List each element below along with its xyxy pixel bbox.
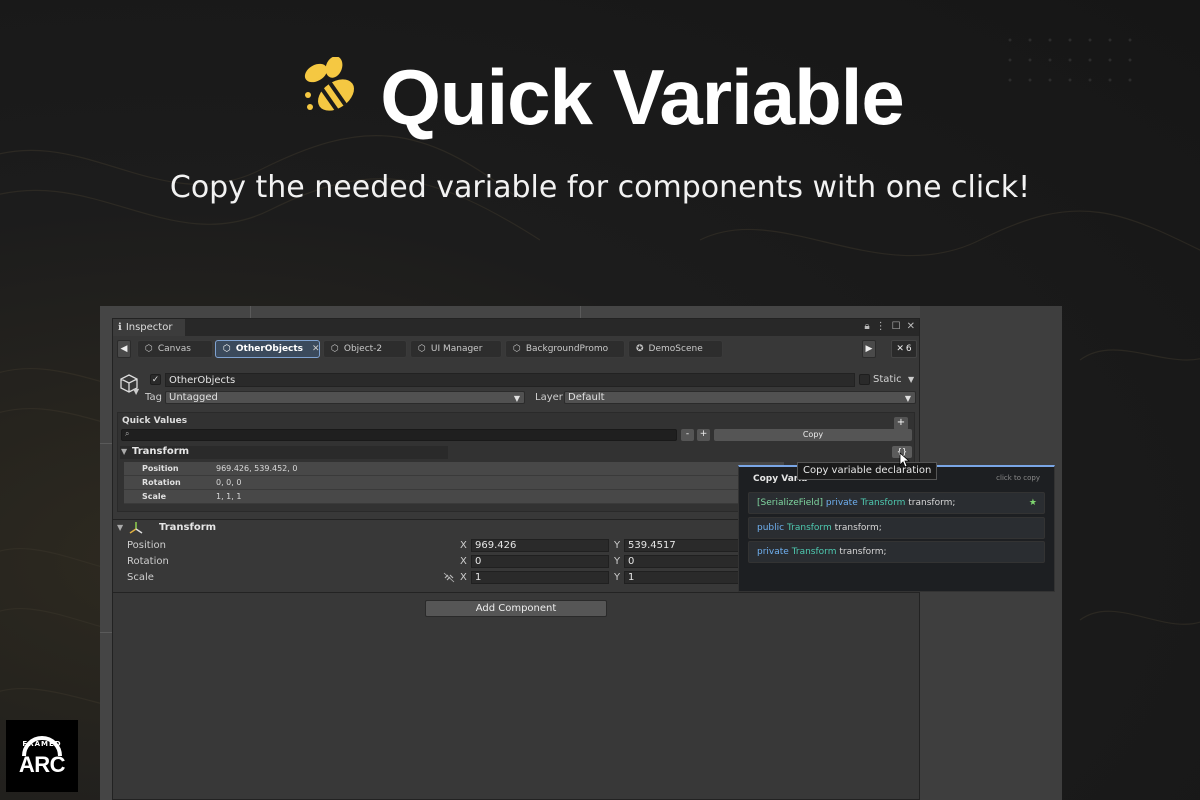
cube-icon: ⬡ (331, 344, 339, 354)
search-icon: ⌕ (125, 429, 130, 438)
quick-value-row[interactable]: Position 969.426, 539.452, 0 (124, 462, 784, 476)
object-tabs-bar: ◀ ⬡ Canvas ⬡ OtherObjects ✕ ⬡ Object-2 ⬡ UI … (117, 339, 917, 359)
position-x-field[interactable]: 969.426 (471, 539, 609, 552)
active-checkbox[interactable]: ✓ (150, 374, 161, 385)
foldout-arrow-icon: ▼ (117, 523, 124, 532)
tag-dropdown[interactable]: Untagged ▼ (165, 391, 525, 404)
chevron-down-icon: ▼ (904, 394, 911, 403)
tab-close-icon[interactable]: ✕ (312, 344, 320, 354)
next-tab-button[interactable]: ▶ (862, 340, 876, 358)
brand-framed: FRAMED (22, 740, 62, 748)
brand-arc: ARC (18, 752, 66, 777)
quick-values-component-header[interactable]: ▼ Transform (120, 446, 448, 459)
object-header: ▼ ✓ OtherObjects Static ▼ Tag Untagged ▼ … (113, 371, 919, 411)
popup-option-private[interactable]: private Transform transform; (748, 541, 1045, 563)
copy-variable-tooltip: Copy variable declaration (797, 462, 938, 480)
close-all-tabs-button[interactable]: ✕ 6 (891, 340, 917, 358)
bee-logo-icon (305, 56, 355, 111)
tag-label: Tag (145, 392, 162, 403)
prev-tab-button[interactable]: ◀ (117, 340, 131, 358)
object-tab-ui-manager[interactable]: ⬡ UI Manager (410, 340, 502, 358)
component-divider (113, 592, 919, 593)
popup-hint: click to copy (996, 474, 1040, 482)
static-dropdown-caret[interactable]: ▼ (908, 375, 914, 384)
layer-dropdown[interactable]: Default ▼ (564, 391, 916, 404)
page-title: Quick Variable (380, 53, 905, 141)
favorite-star-icon[interactable]: ★ (1029, 493, 1037, 513)
object-tab-demoscene[interactable]: ✪ DemoScene (628, 340, 723, 358)
scale-x-field[interactable]: 1 (471, 571, 609, 584)
foldout-arrow-icon: ▼ (121, 447, 128, 456)
add-component-button[interactable]: Add Component (425, 600, 607, 617)
tab-inspector-label: Inspector (125, 322, 173, 333)
quick-values-title: Quick Values (122, 416, 188, 426)
close-icon[interactable]: ✕ (907, 321, 915, 332)
lock-icon[interactable]: 🔒︎ (864, 321, 869, 332)
transform-axes-icon (129, 522, 143, 534)
quick-values-plus-button[interactable]: + (697, 429, 710, 441)
quick-values-copy-button[interactable]: Copy (714, 429, 912, 441)
cube-icon: ⬡ (145, 344, 153, 354)
popup-option-serialized-private[interactable]: [SerializeField] private Transform trans… (748, 492, 1045, 514)
menu-icon[interactable]: ⋮ (876, 321, 886, 332)
mouse-cursor-icon (899, 452, 911, 468)
object-tab-backgroundpromo[interactable]: ⬡ BackgroundPromo (505, 340, 625, 358)
cube-icon: ⬡ (418, 344, 426, 354)
object-tab-canvas[interactable]: ⬡ Canvas (137, 340, 213, 358)
close-icon: ✕ (896, 344, 904, 354)
position-y-field[interactable]: 539.4517 (624, 539, 740, 552)
hero-header: Quick Variable (0, 52, 1200, 143)
cube-icon: ⬡ (223, 344, 231, 354)
constrain-proportions-icon[interactable] (443, 572, 455, 583)
transform-title: Transform (159, 522, 217, 533)
info-icon: ℹ (118, 322, 122, 333)
static-label: Static (873, 374, 902, 385)
quick-value-row[interactable]: Rotation 0, 0, 0 (124, 476, 784, 490)
framed-arc-logo: FRAMED ARC (6, 720, 78, 792)
window-tab-strip: ℹ Inspector 🔒︎ ⋮ ☐ ✕ (113, 319, 919, 336)
static-checkbox[interactable] (859, 374, 870, 385)
rotation-y-field[interactable]: 0 (624, 555, 740, 568)
rotation-x-field[interactable]: 0 (471, 555, 609, 568)
quick-values-minus-button[interactable]: - (681, 429, 694, 441)
popup-option-public[interactable]: public Transform transform; (748, 517, 1045, 539)
window-controls: 🔒︎ ⋮ ☐ ✕ (864, 321, 915, 332)
layer-label: Layer (535, 392, 563, 403)
cube-icon: ⬡ (513, 344, 521, 354)
object-tab-otherobjects[interactable]: ⬡ OtherObjects ✕ (215, 340, 320, 358)
object-name-field[interactable]: OtherObjects (165, 373, 855, 387)
scale-y-field[interactable]: 1 (624, 571, 740, 584)
copy-variable-popup: Copy Varia click to copy [SerializeField… (738, 465, 1055, 592)
icon-dropdown-caret[interactable]: ▼ (133, 387, 139, 396)
maximize-icon[interactable]: ☐ (892, 321, 901, 332)
page-subtitle: Copy the needed variable for components … (169, 170, 1031, 205)
tab-inspector[interactable]: ℹ Inspector (113, 319, 185, 336)
quick-value-row[interactable]: Scale 1, 1, 1 (124, 490, 784, 504)
quick-values-search-input[interactable]: ⌕ (121, 429, 677, 441)
object-tab-object-2[interactable]: ⬡ Object-2 (323, 340, 407, 358)
unity-scene-icon: ✪ (636, 344, 644, 354)
chevron-down-icon: ▼ (513, 394, 520, 403)
